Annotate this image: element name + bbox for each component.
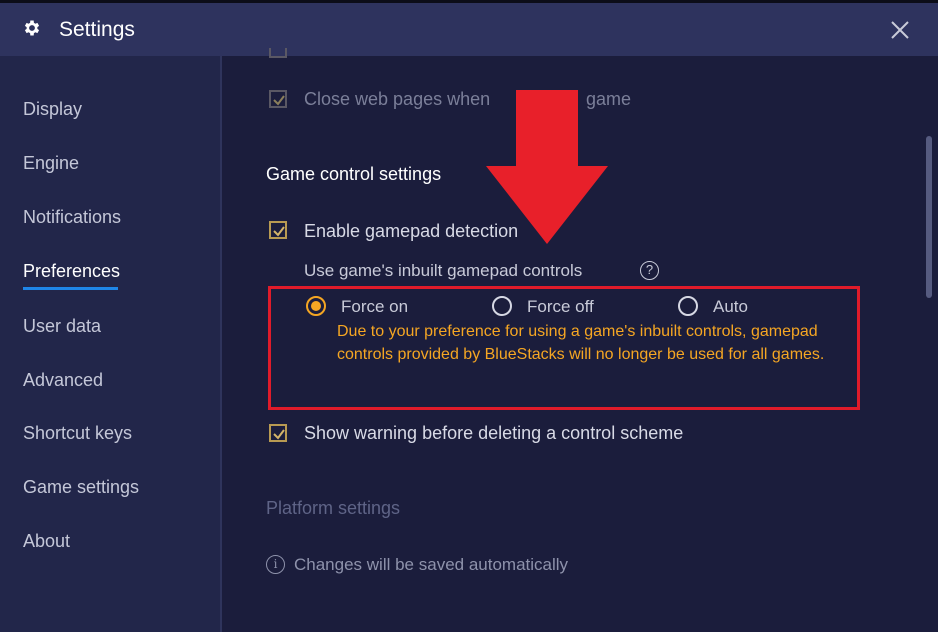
autosave-note: Changes will be saved automatically bbox=[294, 555, 569, 574]
enable-gamepad-checkbox[interactable] bbox=[269, 221, 287, 239]
gear-icon bbox=[24, 20, 40, 36]
window-title: Settings bbox=[59, 18, 135, 41]
sidebar-item-about[interactable]: About bbox=[23, 531, 70, 552]
red-highlight-box bbox=[268, 286, 860, 410]
close-web-pages-label: Close web pages when bbox=[304, 89, 491, 109]
active-tab-indicator bbox=[23, 287, 118, 290]
help-icon[interactable]: ? bbox=[640, 261, 659, 280]
sidebar-item-display[interactable]: Display bbox=[23, 99, 82, 120]
inbuilt-controls-label: Use game's inbuilt gamepad controls bbox=[304, 261, 583, 280]
show-warning-label: Show warning before deleting a control s… bbox=[304, 423, 684, 443]
sidebar-item-advanced[interactable]: Advanced bbox=[23, 370, 103, 391]
game-control-header: Game control settings bbox=[266, 164, 442, 184]
sidebar-item-notifications[interactable]: Notifications bbox=[23, 207, 121, 228]
close-web-pages-checkbox[interactable] bbox=[269, 90, 287, 108]
sidebar-item-game-settings[interactable]: Game settings bbox=[23, 477, 139, 498]
red-arrow-annotation bbox=[486, 90, 608, 244]
cut-off-checkbox[interactable] bbox=[269, 48, 287, 58]
sidebar-item-user-data[interactable]: User data bbox=[23, 316, 101, 337]
sidebar-item-preferences[interactable]: Preferences bbox=[23, 261, 120, 282]
close-button[interactable] bbox=[884, 15, 916, 45]
sidebar-item-engine[interactable]: Engine bbox=[23, 153, 79, 174]
close-icon bbox=[891, 21, 909, 39]
show-warning-checkbox[interactable] bbox=[269, 424, 287, 442]
info-icon: i bbox=[266, 555, 285, 574]
scrollbar-thumb[interactable] bbox=[926, 136, 932, 298]
title-bar: Settings bbox=[0, 0, 938, 56]
platform-settings-header: Platform settings bbox=[266, 498, 401, 518]
sidebar-item-shortcut-keys[interactable]: Shortcut keys bbox=[23, 423, 132, 444]
